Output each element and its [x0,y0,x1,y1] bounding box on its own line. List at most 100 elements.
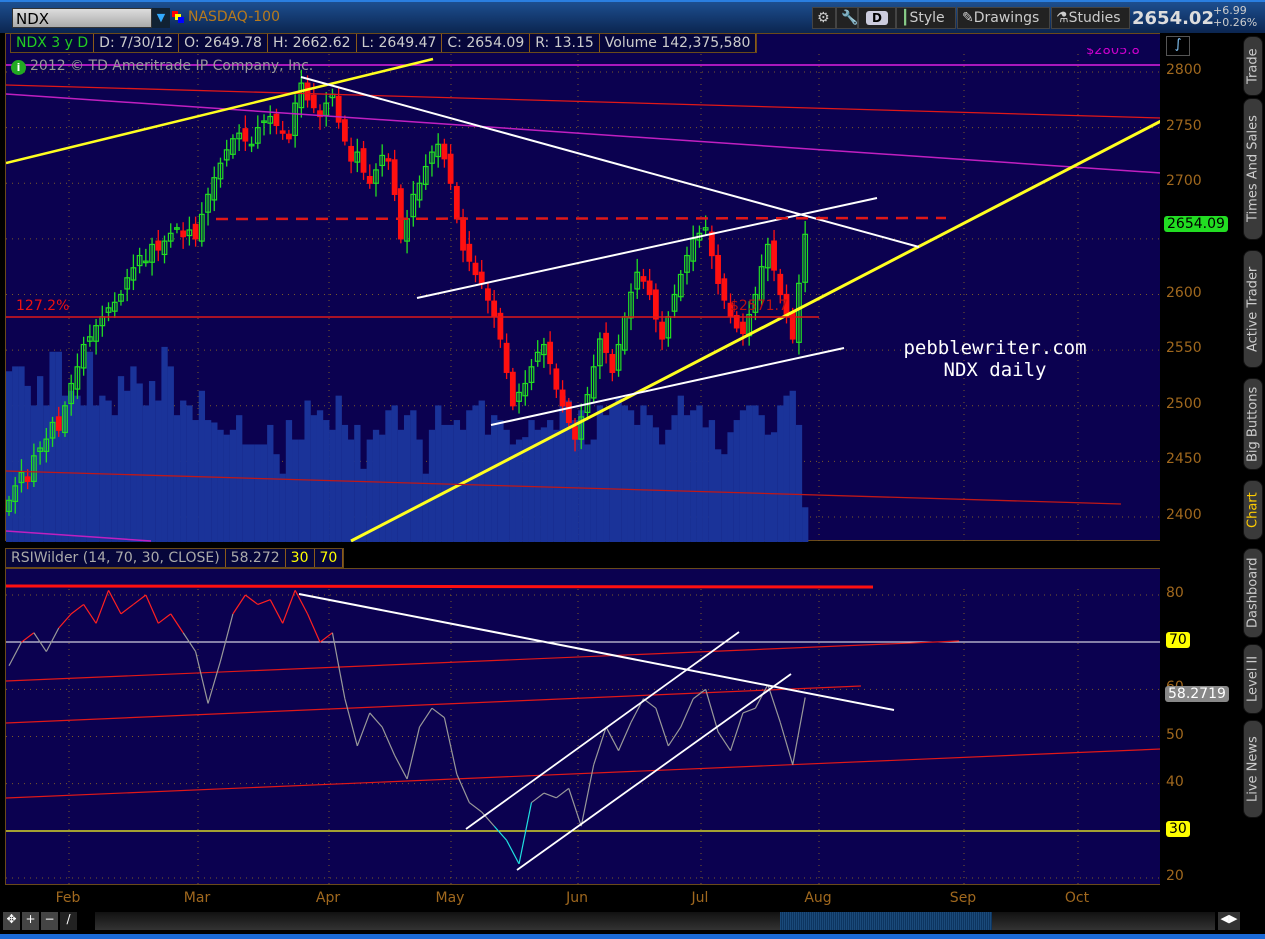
candle-body [478,271,485,284]
rsi-line-segment [257,599,271,605]
pan-icon[interactable]: ✥ [3,912,20,930]
volume-bar [615,398,622,542]
price-panel[interactable] [5,33,1162,542]
candle-body [286,133,292,140]
price-axis[interactable]: ∫ 2800 2750 2700 2600 2550 2500 2450 2400 [1160,33,1240,548]
side-tab-trade[interactable]: Trade [1243,36,1263,96]
month-label: Mar [183,890,211,906]
volume-bar [683,415,691,542]
watermark: pebblewriter.com NDX daily [880,337,1110,381]
toolbar: NDX ▼ NASDAQ-100 ⚙ 🔧 D ┃Style ✎Drawings … [0,0,1265,33]
info-icon[interactable]: i [11,60,26,75]
volume-bar [453,420,461,542]
price-tick: 2550 [1166,340,1202,357]
rsi-line-segment [431,707,445,719]
wrench-icon[interactable]: 🔧 [836,7,858,29]
rsi-panel[interactable] [5,568,1162,886]
volume-bar [335,395,342,542]
zoom-in-icon[interactable]: + [22,912,39,930]
rsi-axis[interactable]: 8060504020 [1160,568,1240,885]
rsi-header: RSIWilder (14, 70, 30, CLOSE) 58.272 30 … [5,548,345,568]
volume-bar [161,346,168,542]
rsi-red-line-1 [6,640,960,682]
candle-body [640,276,647,282]
info-high: H: 2662.62 [268,34,357,52]
volume-bar [279,473,286,542]
style-button[interactable]: ┃Style [896,7,956,29]
color-legend-icon[interactable] [172,11,184,23]
side-tab-level-ii[interactable]: Level II [1243,644,1263,714]
side-tab-times-and-sales[interactable]: Times And Sales [1243,98,1263,240]
time-scrollbar[interactable] [95,912,1215,930]
side-tab-active-trader[interactable]: Active Trader [1243,250,1263,368]
volume-bar [136,383,143,542]
price-tick: 2750 [1166,117,1202,134]
symbol-dropdown-icon[interactable]: ▼ [152,8,170,28]
candle-body [24,476,31,483]
price-tick: 2450 [1166,451,1202,468]
chart-settings-icon[interactable]: ⚙ [812,7,836,29]
volume-bar [292,439,299,542]
rsi-line-segment [145,594,159,624]
volume-bar [74,395,81,542]
period-button[interactable]: D [858,7,896,29]
rsi-line-segment [331,632,346,699]
month-label: Apr [315,890,341,906]
volume-bar [789,390,796,542]
candle-body [366,175,373,184]
candle-body [572,426,578,440]
rsi-tick: 50 [1166,726,1184,743]
symbol-input[interactable]: NDX [12,8,152,28]
candle-body [646,280,653,296]
rsi-line-segment [779,722,794,765]
rsi-line-segment [531,792,545,804]
volume-bar [497,420,504,542]
volume-bar [428,429,436,542]
volume-bar [211,422,218,542]
volume-bar [739,410,747,542]
candle-body [777,273,784,296]
rsi-70-tag: 70 [1166,632,1190,648]
drawings-label: Drawings [973,10,1040,26]
scrollbar-thumb[interactable] [780,912,992,930]
scale-toggle-icon[interactable]: ∫ [1166,36,1190,56]
volume-bar [764,434,772,542]
volume-bar [727,432,734,542]
info-range: R: 13.15 [530,34,600,52]
volume-bar [273,454,280,542]
rsi-line-segment [729,712,744,751]
volume-bar [746,405,753,542]
volume-bar [802,507,809,542]
rsi-30-tag: 30 [1166,821,1190,837]
volume-bar [671,415,678,542]
draw-line-icon[interactable]: / [60,912,77,930]
side-tab-live-news[interactable]: Live News [1243,720,1263,818]
volume-bar [540,427,548,542]
volume-bar [484,434,492,542]
volume-bar [584,444,591,542]
price-tick: 2500 [1166,395,1202,412]
volume-bar [304,400,311,542]
side-tab-dashboard[interactable]: Dashboard [1243,548,1263,638]
candle-body [509,371,516,407]
rsi-line-segment [493,825,508,841]
candle-body [348,145,354,162]
expand-icon[interactable]: ◀▶ [1218,912,1240,930]
side-tab-chart[interactable]: Chart [1243,480,1263,540]
volume-bar [186,405,193,542]
rsi-line-segment [705,689,719,732]
zoom-out-icon[interactable]: − [41,912,58,930]
candle-body [708,231,715,257]
candle-body [659,321,665,340]
volume-bar [372,429,380,542]
studies-button[interactable]: ⚗Studies [1051,7,1130,29]
candle-body [360,148,367,173]
copyright: 2012 © TD Ameritrade IP Company, Inc. [30,58,314,74]
side-tab-big-buttons[interactable]: Big Buttons [1243,378,1263,470]
volume-bar [702,427,709,542]
drawings-button[interactable]: ✎Drawings [957,7,1050,29]
rsi-line-segment [219,613,234,662]
candle-body [472,262,479,276]
price-tick: 2600 [1166,284,1202,301]
candle-body [771,240,777,271]
